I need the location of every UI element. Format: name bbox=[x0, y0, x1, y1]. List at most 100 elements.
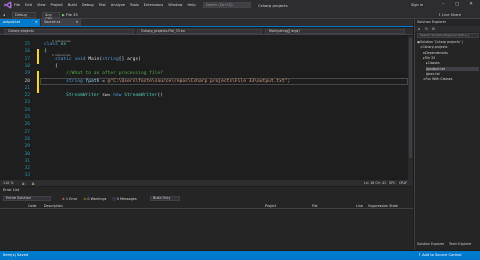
solution-explorer-title: Solution Explorer bbox=[417, 20, 447, 24]
column-file[interactable]: File bbox=[312, 204, 318, 208]
column-line[interactable]: Line bbox=[356, 204, 363, 208]
column-description[interactable]: Description bbox=[44, 204, 63, 208]
solution-tree-item[interactable]: ▣ Solution 'Csharp projects' ( bbox=[417, 40, 479, 44]
line-number: 27 bbox=[24, 129, 30, 135]
column-suppression-state[interactable]: Suppression State bbox=[368, 204, 398, 208]
line-number: 30 bbox=[24, 151, 30, 157]
code-token: StreamWriter bbox=[124, 93, 158, 99]
code-line[interactable]: { bbox=[44, 49, 47, 54]
solution-tree-item[interactable]: ▸ Classes bbox=[426, 61, 479, 65]
warnings-filter[interactable]: ⚠ 0 Warnings bbox=[83, 196, 106, 201]
build-filter-dropdown[interactable]: Build Only bbox=[150, 196, 180, 201]
tab-team-explorer[interactable]: Team Explorer bbox=[449, 242, 472, 246]
code-line[interactable]: static void Main(string[] args) bbox=[44, 57, 141, 62]
vertical-scrollbar[interactable] bbox=[408, 36, 413, 180]
column-code[interactable]: Code bbox=[28, 204, 36, 208]
spacing-mode[interactable]: SPC bbox=[389, 181, 395, 185]
member-dropdown[interactable]: Main(string[] args) bbox=[265, 29, 405, 34]
class-dropdown[interactable]: Csharp_projects.File_33.ex bbox=[137, 29, 262, 34]
line-number: 18 bbox=[24, 63, 30, 69]
line-number: 17 bbox=[24, 56, 30, 62]
close-tab-icon[interactable]: ✕ bbox=[75, 20, 78, 24]
refresh-icon[interactable]: ↻ bbox=[425, 27, 428, 31]
solution-tree-item[interactable]: ▤ output.txt bbox=[426, 66, 479, 71]
line-number: 15 bbox=[24, 42, 30, 47]
solution-search-input[interactable]: Search Solution Explorer (Ctrl+;) bbox=[417, 33, 479, 38]
scrollbar-thumb[interactable] bbox=[409, 38, 412, 158]
play-icon: ▶ bbox=[62, 12, 65, 17]
line-number: 28 bbox=[24, 136, 30, 142]
cursor-position: Ln: 16 Ch: 41 bbox=[364, 181, 387, 185]
code-token: @"C:\Users\foste\source\repos\Csharp pro… bbox=[107, 78, 288, 84]
menu-window[interactable]: Window bbox=[168, 3, 182, 7]
tab-solution-explorer[interactable]: Solution Explorer bbox=[417, 242, 444, 246]
search-input[interactable]: Search (Ctrl+Q) bbox=[202, 2, 251, 8]
messages-filter[interactable]: ⓘ 0 Messages bbox=[112, 196, 136, 202]
toolbar: ◂ Debug Any CPU ▶ File 33 ⇪ Live Share bbox=[0, 10, 480, 21]
solution-explorer: Solution Explorer ⌂ ↻ ⊟ Search Solution … bbox=[414, 19, 480, 250]
start-button[interactable]: ▶ File 33 bbox=[62, 12, 84, 18]
back-icon[interactable]: ◂ bbox=[3, 12, 5, 18]
menu-test[interactable]: Test bbox=[99, 3, 106, 7]
tree-item-label: Fun With Classes bbox=[425, 77, 453, 82]
menu-debug[interactable]: Debug bbox=[82, 3, 94, 7]
scope-dropdown[interactable]: Entire Solution bbox=[3, 196, 51, 201]
errors-filter[interactable]: ⊗ 1 Error bbox=[62, 196, 77, 201]
platform-select[interactable]: Any CPU bbox=[42, 11, 60, 21]
sign-in-link[interactable]: Sign in bbox=[411, 3, 423, 7]
solution-tree-item[interactable]: ◈ Csharp projects bbox=[420, 45, 479, 49]
change-marker bbox=[37, 49, 39, 64]
code-line[interactable]: StreamWriter sw= new StreamWriter() bbox=[44, 93, 163, 98]
code-line[interactable]: string fpath = @"C:\Users\foste\source\r… bbox=[44, 79, 290, 84]
menu-help[interactable]: Help bbox=[187, 3, 195, 7]
collapse-all-icon[interactable]: ⊟ bbox=[432, 27, 435, 31]
close-button[interactable]: ✕ bbox=[466, 1, 476, 9]
code-line[interactable]: { bbox=[44, 64, 58, 69]
tab-source-cs[interactable]: Source.cs ✕ bbox=[41, 19, 81, 26]
add-to-source-control[interactable]: ↑ Add to Source Control bbox=[418, 253, 461, 257]
menu-project[interactable]: Project bbox=[51, 3, 63, 7]
code-token: fpath bbox=[85, 78, 100, 84]
error-list-header-row: Code Description Project File Line Suppr… bbox=[0, 203, 413, 209]
menu-build[interactable]: Build bbox=[68, 3, 77, 7]
line-ending[interactable]: CRLF bbox=[399, 181, 407, 185]
menu-view[interactable]: View bbox=[37, 3, 46, 7]
minimize-button[interactable]: – bbox=[438, 1, 448, 9]
explorer-tabs: Solution Explorer Team Explorer bbox=[415, 241, 480, 248]
home-icon[interactable]: ⌂ bbox=[418, 27, 420, 31]
maximize-button[interactable]: ▢ bbox=[452, 1, 462, 9]
line-number: 31 bbox=[24, 158, 30, 164]
line-number: 24 bbox=[24, 107, 30, 113]
close-tab-icon[interactable]: ✕ bbox=[35, 20, 38, 24]
code-token: ex bbox=[60, 42, 67, 47]
code-line[interactable]: class ex bbox=[44, 42, 66, 47]
tree-item-label: Classes bbox=[427, 61, 440, 66]
column-project[interactable]: Project bbox=[265, 204, 276, 208]
zoom-level[interactable]: 110 % bbox=[3, 181, 13, 185]
menu-tools[interactable]: Tools bbox=[130, 3, 139, 7]
menu-extensions[interactable]: Extensions bbox=[144, 3, 164, 7]
tab-output-txt[interactable]: output.txt ✕ bbox=[0, 19, 40, 26]
code-token: static void bbox=[55, 56, 89, 62]
tree-item-label: Solution 'Csharp projects' ( bbox=[420, 40, 463, 44]
solution-tree-item[interactable]: ⧉ Dependencies bbox=[423, 51, 479, 55]
tab-bar: output.txt ✕ Source.cs ✕ bbox=[0, 19, 413, 27]
solution-tree-item[interactable]: ▸ File 33 bbox=[423, 56, 479, 60]
code-token: sw= bbox=[99, 93, 114, 99]
menu-edit[interactable]: Edit bbox=[25, 3, 32, 7]
code-editor[interactable]: 15 16 17 18 19 20 21 22 23 24 25 26 27 28 29 30 31 32 33 0… bbox=[0, 36, 408, 180]
menu-analyze[interactable]: Analyze bbox=[111, 3, 125, 7]
tree-item-label: Csharp projects bbox=[422, 45, 448, 50]
live-share-button[interactable]: ⇪ Live Share bbox=[438, 12, 461, 18]
solution-tree-item[interactable]: ◈ Fun With Classes bbox=[423, 77, 479, 81]
code-line[interactable]: //What to an after processing file? bbox=[44, 71, 163, 76]
error-list-panel: Error List Entire Solution ⊗ 1 Error ⚠ 0… bbox=[0, 187, 413, 250]
solution-tree-item[interactable]: ▤ sec.txt bbox=[426, 72, 479, 76]
project-dropdown[interactable]: Csharp projects bbox=[4, 29, 134, 34]
menu-file[interactable]: File bbox=[14, 3, 20, 7]
config-select[interactable]: Debug bbox=[12, 11, 36, 18]
error-list-toolbar: Entire Solution ⊗ 1 Error ⚠ 0 Warnings ⓘ… bbox=[0, 195, 413, 202]
